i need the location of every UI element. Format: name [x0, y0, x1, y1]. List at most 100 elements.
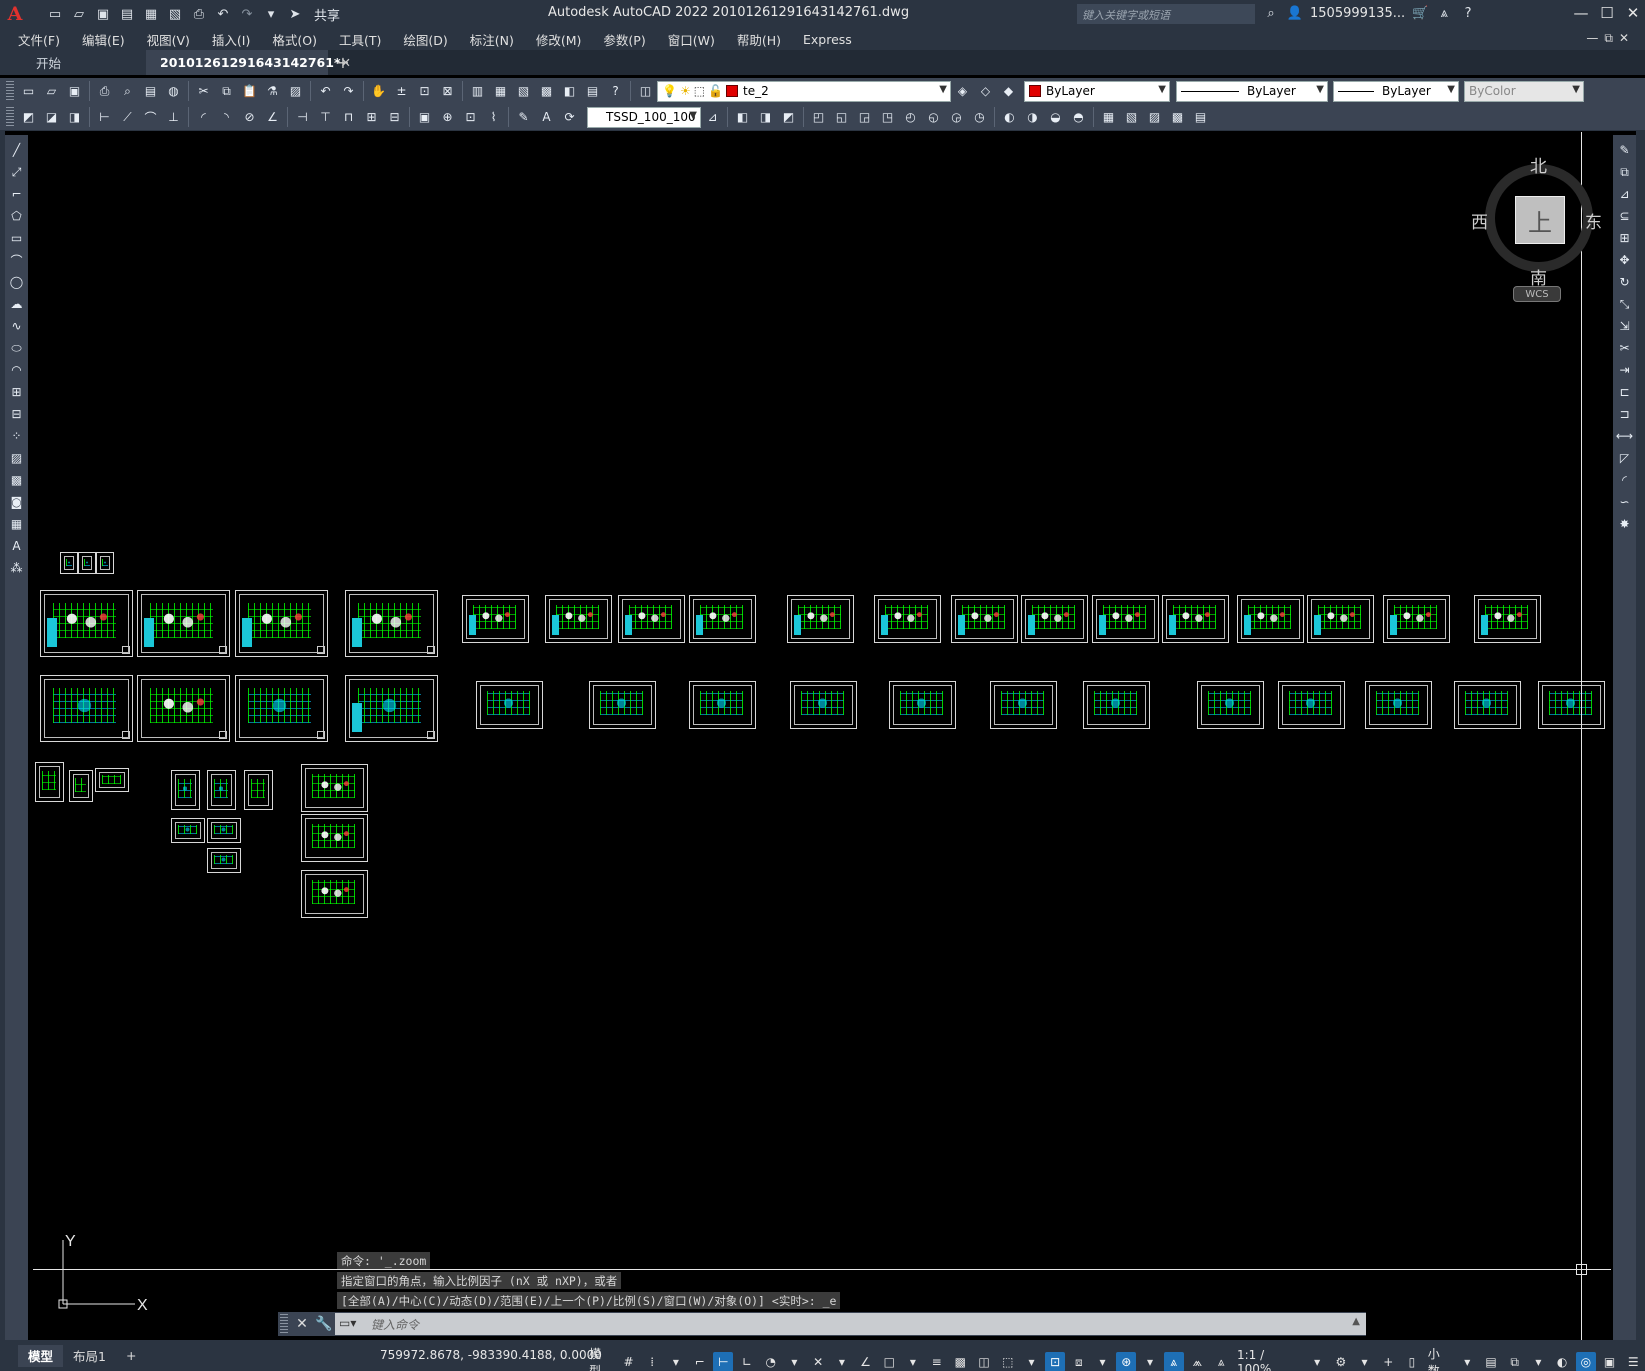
- layer-thaw-icon[interactable]: ☀: [680, 84, 691, 98]
- rotate-icon[interactable]: ↻: [1616, 272, 1634, 292]
- compass-west[interactable]: 西: [1471, 208, 1488, 233]
- construction-line-icon[interactable]: ⤢: [8, 162, 26, 182]
- jogged-dim-icon[interactable]: ◝: [217, 108, 236, 127]
- union-icon[interactable]: ◧: [733, 108, 752, 127]
- tab-drawing[interactable]: 20101261291643142761* ✕: [146, 50, 351, 75]
- drawing-canvas[interactable]: 上 北 南 西 东 WCS Y X: [33, 132, 1611, 1340]
- layer-properties-icon[interactable]: ◫: [636, 82, 655, 101]
- continue-dim-icon[interactable]: ⊓: [339, 108, 358, 127]
- undo-icon[interactable]: ↶: [214, 5, 232, 23]
- layer-match-icon[interactable]: ◪: [42, 108, 61, 127]
- break-icon[interactable]: ⊐: [1616, 404, 1634, 424]
- offset-icon[interactable]: ⊆: [1616, 206, 1634, 226]
- help-icon[interactable]: ?: [1459, 4, 1477, 22]
- compass-north[interactable]: 北: [1530, 152, 1547, 177]
- ellipse-icon[interactable]: ⬭: [8, 338, 26, 358]
- quick-dim-icon[interactable]: ⊣: [293, 108, 312, 127]
- clean-screen-icon[interactable]: ▣: [1600, 1352, 1620, 1371]
- section-icon[interactable]: ▨: [1145, 108, 1164, 127]
- cart-icon[interactable]: 🛒: [1411, 4, 1429, 22]
- menu-insert[interactable]: 插入(I): [212, 30, 250, 49]
- solid-edit-icon[interactable]: ▤: [1191, 108, 1210, 127]
- dimstyle-icon[interactable]: ⊿: [703, 108, 722, 127]
- taper-faces-icon[interactable]: ◵: [924, 108, 943, 127]
- snap-icon[interactable]: ⁞: [642, 1352, 662, 1371]
- color-dropdown[interactable]: ByLayer ▼: [1024, 80, 1170, 102]
- radius-dim-icon[interactable]: ◜: [194, 108, 213, 127]
- erase-icon[interactable]: ✎: [1616, 140, 1634, 160]
- redo-icon[interactable]: ↷: [238, 5, 256, 23]
- open-icon[interactable]: ▱: [42, 82, 61, 101]
- block-editor-icon[interactable]: ▨: [286, 82, 305, 101]
- object-snap-icon[interactable]: □: [879, 1352, 899, 1371]
- chevron-down-icon[interactable]: ▼: [1158, 84, 1166, 95]
- delete-faces-icon[interactable]: ◳: [878, 108, 897, 127]
- viewcube[interactable]: 上 北 南 西 东 WCS: [1471, 152, 1603, 312]
- menu-dimension[interactable]: 标注(N): [470, 30, 514, 49]
- explode-icon[interactable]: ✸: [1616, 514, 1634, 534]
- search-icon[interactable]: ⌕: [1262, 4, 1280, 22]
- chevron-down-icon[interactable]: ▼: [1447, 84, 1455, 95]
- close-icon[interactable]: ✕: [291, 1316, 313, 1332]
- angular-dim-icon[interactable]: ∠: [263, 108, 282, 127]
- scale-icon[interactable]: ⤡: [1616, 294, 1634, 314]
- redo-icon[interactable]: ↷: [339, 82, 358, 101]
- chevron-down-icon[interactable]: ▾: [832, 1352, 852, 1371]
- add-selected-icon[interactable]: ⁂: [8, 558, 26, 578]
- tolerance-icon[interactable]: ▣: [415, 108, 434, 127]
- model-space-button[interactable]: 模型: [589, 1345, 613, 1371]
- paste-icon[interactable]: 📋: [240, 82, 259, 101]
- annotation-scale-icon[interactable]: ⩓: [1211, 1352, 1231, 1371]
- menu-edit[interactable]: 编辑(E): [82, 30, 125, 49]
- region-icon[interactable]: ◙: [8, 492, 26, 512]
- undo-icon[interactable]: ↶: [316, 82, 335, 101]
- grid-icon[interactable]: #: [619, 1352, 639, 1371]
- isodraft-icon[interactable]: ✕: [808, 1352, 828, 1371]
- make-block-icon[interactable]: ⊟: [8, 404, 26, 424]
- linear-dim-icon[interactable]: ⊢: [95, 108, 114, 127]
- properties-icon[interactable]: ▥: [468, 82, 487, 101]
- minimize-icon[interactable]: —: [1570, 4, 1592, 24]
- chevron-up-icon[interactable]: ▲: [1352, 1316, 1360, 1327]
- menu-parametric[interactable]: 参数(P): [603, 30, 645, 49]
- line-icon[interactable]: ╱: [8, 140, 26, 160]
- ordinate-dim-icon[interactable]: ⊥: [164, 108, 183, 127]
- units-icon[interactable]: ▯: [1402, 1352, 1422, 1371]
- save-icon[interactable]: ▣: [65, 82, 84, 101]
- layer-viewport-icon[interactable]: ⬚: [694, 84, 705, 98]
- lock-ui-icon[interactable]: ⧉: [1505, 1352, 1525, 1371]
- menu-tools[interactable]: 工具(T): [339, 30, 381, 49]
- break-at-point-icon[interactable]: ⊏: [1616, 382, 1634, 402]
- spline-icon[interactable]: ∿: [8, 316, 26, 336]
- tool-palettes-icon[interactable]: ▧: [514, 82, 533, 101]
- zoom-window-icon[interactable]: ⊡: [415, 82, 434, 101]
- workspace-dropdown-icon[interactable]: ▾: [262, 5, 280, 23]
- customization-icon[interactable]: ☰: [1623, 1352, 1643, 1371]
- auto-scale-icon[interactable]: ⩕: [1188, 1352, 1208, 1371]
- copy-icon[interactable]: ⧉: [217, 82, 236, 101]
- linetype-dropdown[interactable]: ByLayer ▼: [1176, 80, 1328, 102]
- dim-break-icon[interactable]: ⊟: [385, 108, 404, 127]
- layer-states-icon[interactable]: ◆: [999, 82, 1018, 101]
- dim-text-edit-icon[interactable]: A: [537, 108, 556, 127]
- plot-preview-icon[interactable]: ⌕: [118, 82, 137, 101]
- search-input[interactable]: 键入关键字或短语: [1077, 4, 1255, 24]
- check-icon[interactable]: ▦: [1099, 108, 1118, 127]
- dynamic-input-icon[interactable]: ⊢: [713, 1352, 734, 1371]
- viewcube-top-face[interactable]: 上: [1515, 196, 1565, 244]
- close-icon[interactable]: ✕: [1622, 4, 1644, 24]
- new-tab-button[interactable]: +: [328, 50, 358, 75]
- dynamic-ucs-icon[interactable]: ⊡: [1045, 1352, 1066, 1371]
- menu-draw[interactable]: 绘图(D): [403, 30, 447, 49]
- menu-window[interactable]: 窗口(W): [668, 30, 715, 49]
- menu-express[interactable]: Express: [803, 32, 852, 47]
- web-icon[interactable]: ◍: [164, 82, 183, 101]
- rectangle-icon[interactable]: ▭: [8, 228, 26, 248]
- chevron-down-icon[interactable]: ▾: [666, 1352, 686, 1371]
- separate-icon[interactable]: ◒: [1046, 108, 1065, 127]
- menu-help[interactable]: 帮助(H): [737, 30, 781, 49]
- user-icon[interactable]: 👤: [1286, 4, 1304, 22]
- save-as-icon[interactable]: ▤: [118, 5, 136, 23]
- baseline-dim-icon[interactable]: ⊤: [316, 108, 335, 127]
- match-properties-icon[interactable]: ⚗: [263, 82, 282, 101]
